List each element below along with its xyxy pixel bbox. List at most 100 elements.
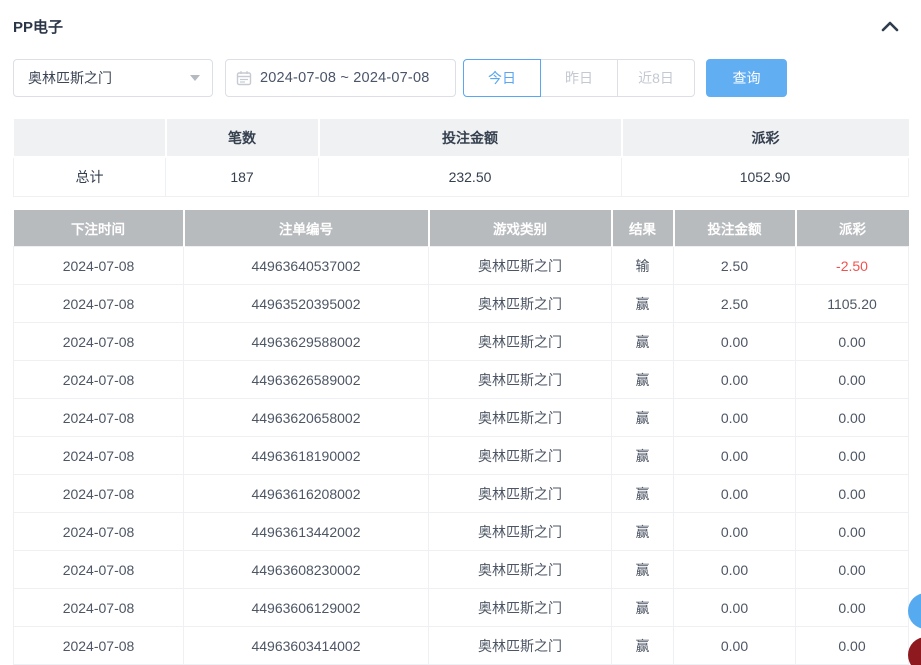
cell-bet-time: 2024-07-08 (14, 551, 184, 589)
cell-payout: 0.00 (796, 627, 909, 665)
cell-payout: 0.00 (796, 551, 909, 589)
summary-header-row: 笔数 投注金额 派彩 (14, 119, 909, 157)
cell-payout: 0.00 (796, 513, 909, 551)
cell-bet-amount: 0.00 (674, 551, 796, 589)
cell-bet-time: 2024-07-08 (14, 247, 184, 285)
cell-result: 赢 (612, 627, 674, 665)
header-bet-time: 下注时间 (14, 210, 184, 247)
cell-game-type: 奥林匹斯之门 (429, 589, 612, 627)
summary-header-count: 笔数 (166, 119, 319, 157)
cell-bet-time: 2024-07-08 (14, 399, 184, 437)
header-payout: 派彩 (796, 210, 909, 247)
cell-bet-amount: 0.00 (674, 323, 796, 361)
cell-result: 赢 (612, 285, 674, 323)
cell-bet-amount: 0.00 (674, 627, 796, 665)
cell-bet-amount: 0.00 (674, 437, 796, 475)
cell-payout: 0.00 (796, 361, 909, 399)
cell-order-no: 44963629588002 (184, 323, 429, 361)
cell-game-type: 奥林匹斯之门 (429, 399, 612, 437)
bet-table-body: 2024-07-08 44963640537002 奥林匹斯之门 输 2.50 … (14, 247, 909, 665)
date-range-input[interactable]: 2024-07-08 ~ 2024-07-08 (225, 59, 456, 97)
cell-payout: 0.00 (796, 323, 909, 361)
cell-bet-time: 2024-07-08 (14, 285, 184, 323)
cell-order-no: 44963520395002 (184, 285, 429, 323)
summary-total-count: 187 (166, 157, 319, 196)
cell-result: 输 (612, 247, 674, 285)
caret-down-icon (190, 75, 200, 81)
cell-bet-time: 2024-07-08 (14, 323, 184, 361)
table-row: 2024-07-08 44963640537002 奥林匹斯之门 输 2.50 … (14, 247, 909, 285)
cell-order-no: 44963606129002 (184, 589, 429, 627)
cell-payout: 0.00 (796, 589, 909, 627)
game-select-value: 奥林匹斯之门 (28, 68, 112, 88)
chevron-up-icon (881, 20, 899, 32)
bet-table-header-row: 下注时间 注单编号 游戏类别 结果 投注金额 派彩 (14, 210, 909, 247)
cell-bet-amount: 2.50 (674, 285, 796, 323)
cell-payout: -2.50 (796, 247, 909, 285)
cell-order-no: 44963620658002 (184, 399, 429, 437)
cell-bet-amount: 0.00 (674, 589, 796, 627)
last-8-days-button[interactable]: 近8日 (617, 59, 695, 97)
cell-result: 赢 (612, 323, 674, 361)
header-order-no: 注单编号 (184, 210, 429, 247)
yesterday-button[interactable]: 昨日 (540, 59, 618, 97)
filter-bar: 奥林匹斯之门 2024-07-08 ~ 2024-07-08 今日 昨日 近8日 (13, 59, 908, 97)
panel-title: PP电子 (13, 16, 63, 37)
summary-total-row: 总计 187 232.50 1052.90 (14, 157, 909, 196)
cell-bet-time: 2024-07-08 (14, 627, 184, 665)
cell-order-no: 44963618190002 (184, 437, 429, 475)
cell-result: 赢 (612, 399, 674, 437)
pp-electronic-panel: PP电子 奥林匹斯之门 (0, 0, 921, 665)
floating-action-blue[interactable] (908, 593, 921, 629)
cell-bet-time: 2024-07-08 (14, 589, 184, 627)
cell-payout: 1105.20 (796, 285, 909, 323)
cell-bet-amount: 0.00 (674, 361, 796, 399)
cell-result: 赢 (612, 513, 674, 551)
cell-bet-time: 2024-07-08 (14, 361, 184, 399)
summary-total-payout: 1052.90 (622, 157, 909, 196)
date-range-value: 2024-07-08 ~ 2024-07-08 (260, 70, 429, 86)
collapse-panel-button[interactable] (879, 15, 901, 37)
game-select[interactable]: 奥林匹斯之门 (13, 59, 213, 97)
cell-bet-amount: 2.50 (674, 247, 796, 285)
cell-game-type: 奥林匹斯之门 (429, 437, 612, 475)
cell-order-no: 44963613442002 (184, 513, 429, 551)
cell-game-type: 奥林匹斯之门 (429, 513, 612, 551)
cell-bet-amount: 0.00 (674, 475, 796, 513)
cell-game-type: 奥林匹斯之门 (429, 247, 612, 285)
cell-payout: 0.00 (796, 475, 909, 513)
table-row: 2024-07-08 44963608230002 奥林匹斯之门 赢 0.00 … (14, 551, 909, 589)
cell-order-no: 44963608230002 (184, 551, 429, 589)
summary-header-empty (14, 119, 166, 157)
cell-bet-amount: 0.00 (674, 399, 796, 437)
cell-result: 赢 (612, 551, 674, 589)
cell-game-type: 奥林匹斯之门 (429, 551, 612, 589)
table-row: 2024-07-08 44963603414002 奥林匹斯之门 赢 0.00 … (14, 627, 909, 665)
quick-date-group: 今日 昨日 近8日 (463, 59, 695, 97)
cell-result: 赢 (612, 361, 674, 399)
floating-action-red[interactable] (908, 637, 921, 665)
cell-bet-amount: 0.00 (674, 513, 796, 551)
summary-table: 笔数 投注金额 派彩 总计 187 232.50 1052.90 (13, 119, 909, 197)
table-row: 2024-07-08 44963629588002 奥林匹斯之门 赢 0.00 … (14, 323, 909, 361)
panel-header: PP电子 (0, 0, 921, 36)
cell-game-type: 奥林匹斯之门 (429, 285, 612, 323)
cell-order-no: 44963640537002 (184, 247, 429, 285)
table-row: 2024-07-08 44963616208002 奥林匹斯之门 赢 0.00 … (14, 475, 909, 513)
summary-total-amount: 232.50 (319, 157, 622, 196)
cell-result: 赢 (612, 437, 674, 475)
today-button[interactable]: 今日 (463, 59, 541, 97)
cell-payout: 0.00 (796, 437, 909, 475)
table-row: 2024-07-08 44963618190002 奥林匹斯之门 赢 0.00 … (14, 437, 909, 475)
cell-game-type: 奥林匹斯之门 (429, 323, 612, 361)
table-row: 2024-07-08 44963606129002 奥林匹斯之门 赢 0.00 … (14, 589, 909, 627)
cell-game-type: 奥林匹斯之门 (429, 627, 612, 665)
cell-bet-time: 2024-07-08 (14, 513, 184, 551)
cell-order-no: 44963603414002 (184, 627, 429, 665)
table-row: 2024-07-08 44963520395002 奥林匹斯之门 赢 2.50 … (14, 285, 909, 323)
cell-order-no: 44963616208002 (184, 475, 429, 513)
calendar-icon (236, 70, 252, 86)
header-result: 结果 (612, 210, 674, 247)
cell-order-no: 44963626589002 (184, 361, 429, 399)
search-button[interactable]: 查询 (706, 59, 787, 97)
